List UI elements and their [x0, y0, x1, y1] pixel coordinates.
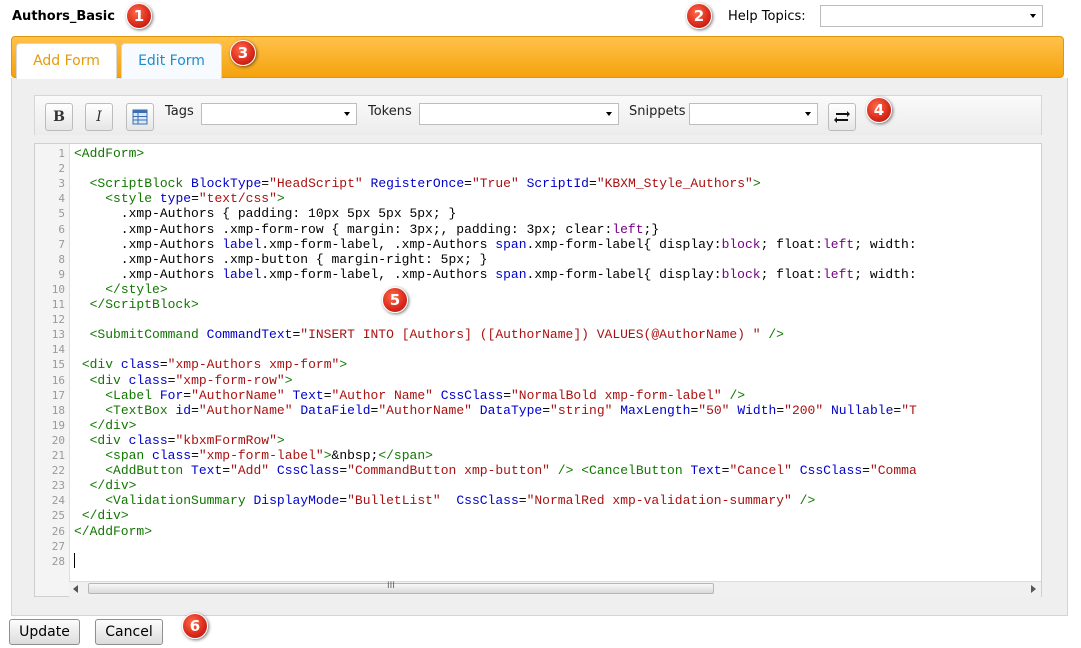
callout-6: 6	[182, 613, 208, 639]
table-icon	[132, 109, 148, 125]
chevron-down-icon	[1030, 14, 1036, 18]
code-line: </div>	[89, 478, 137, 493]
cancel-button[interactable]: Cancel	[95, 619, 163, 645]
code-line: <Label For="AuthorName" Text="Author Nam…	[105, 388, 746, 403]
line-number: 14	[51, 343, 65, 356]
line-number: 17	[51, 389, 65, 402]
table-button[interactable]	[126, 103, 154, 131]
code-line: <ScriptBlock BlockType="HeadScript" Regi…	[89, 176, 761, 191]
line-number: 6	[58, 223, 65, 236]
line-number: 23	[51, 479, 65, 492]
line-number: 3	[58, 177, 65, 190]
code-line: <TextBox id="AuthorName" DataField="Auth…	[105, 403, 917, 418]
line-number: 4	[58, 192, 65, 205]
line-number: 28	[51, 555, 65, 568]
code-line: <AddForm>	[74, 146, 145, 161]
scroll-left-icon[interactable]	[73, 585, 78, 593]
code-line: <SubmitCommand CommandText="INSERT INTO …	[89, 327, 784, 342]
code-line: </ScriptBlock>	[89, 297, 199, 312]
code-line: <AddButton Text="Add" CssClass="CommandB…	[105, 463, 917, 478]
line-number: 9	[58, 268, 65, 281]
line-number: 16	[51, 374, 65, 387]
snippets-select[interactable]	[689, 103, 818, 125]
text-cursor	[74, 553, 75, 568]
code-line: .xmp-Authors { padding: 10px 5px 5px 5px…	[74, 206, 457, 221]
line-number: 10	[51, 283, 65, 296]
code-line: <ValidationSummary DisplayMode="BulletLi…	[105, 493, 816, 508]
line-number: 22	[51, 464, 65, 477]
line-number: 19	[51, 419, 65, 432]
code-line: .xmp-Authors .xmp-form-row { margin: 3px…	[74, 222, 660, 237]
line-number: 11	[51, 298, 65, 311]
tokens-label: Tokens	[368, 104, 412, 119]
callout-1: 1	[126, 3, 152, 29]
line-number: 20	[51, 434, 65, 447]
code-line: <div class="kbxmFormRow">	[89, 433, 285, 448]
line-number: 15	[51, 358, 65, 371]
grip-icon: III	[387, 581, 395, 591]
code-line: </AddForm>	[74, 524, 153, 539]
line-number: 7	[58, 238, 65, 251]
toggle-editor-button[interactable]	[828, 103, 856, 131]
line-number: 18	[51, 404, 65, 417]
scroll-right-icon[interactable]	[1031, 585, 1036, 593]
line-number: 25	[51, 509, 65, 522]
code-line: </style>	[105, 282, 168, 297]
code-line: <div class="xmp-form-row">	[89, 373, 293, 388]
tags-label: Tags	[165, 104, 194, 119]
callout-5: 5	[382, 287, 408, 313]
page-title: Authors_Basic	[12, 9, 115, 24]
italic-button[interactable]: I	[85, 103, 113, 131]
line-number: 24	[51, 494, 65, 507]
code-line: <div class="xmp-Authors xmp-form">	[81, 357, 348, 372]
line-number: 1	[58, 147, 65, 160]
line-number: 8	[58, 253, 65, 266]
scrollbar-thumb[interactable]: III	[88, 581, 714, 594]
help-topics-label: Help Topics:	[728, 9, 806, 24]
snippets-label: Snippets	[629, 104, 686, 119]
code-line: <span class="xmp-form-label">&nbsp;</spa…	[105, 448, 433, 463]
callout-3: 3	[230, 40, 256, 66]
swap-icon	[834, 111, 850, 123]
code-line: .xmp-Authors label.xmp-form-label, .xmp-…	[74, 267, 917, 282]
line-number: 26	[51, 525, 65, 538]
code-line: .xmp-Authors label.xmp-form-label, .xmp-…	[74, 237, 917, 252]
tab-edit-form[interactable]: Edit Form	[121, 43, 222, 79]
update-button[interactable]: Update	[9, 619, 80, 645]
tab-add-form[interactable]: Add Form	[16, 43, 117, 79]
chevron-down-icon	[805, 112, 811, 116]
code-line: </div>	[81, 508, 129, 523]
code-line: .xmp-Authors .xmp-button { margin-right:…	[74, 252, 488, 267]
line-number: 2	[58, 162, 65, 175]
bold-button[interactable]: B	[45, 103, 73, 131]
tags-select[interactable]	[201, 103, 357, 125]
line-number: 5	[58, 207, 65, 220]
callout-4: 4	[866, 97, 892, 123]
line-number: 12	[51, 313, 65, 326]
line-number: 13	[51, 328, 65, 341]
tokens-select[interactable]	[419, 103, 619, 125]
callout-2: 2	[686, 3, 712, 29]
code-line: </div>	[89, 418, 137, 433]
line-number: 27	[51, 540, 65, 553]
chevron-down-icon	[344, 112, 350, 116]
code-line: <style type="text/css">	[105, 191, 285, 206]
help-topics-select[interactable]	[820, 5, 1043, 27]
chevron-down-icon	[606, 112, 612, 116]
line-number: 21	[51, 449, 65, 462]
